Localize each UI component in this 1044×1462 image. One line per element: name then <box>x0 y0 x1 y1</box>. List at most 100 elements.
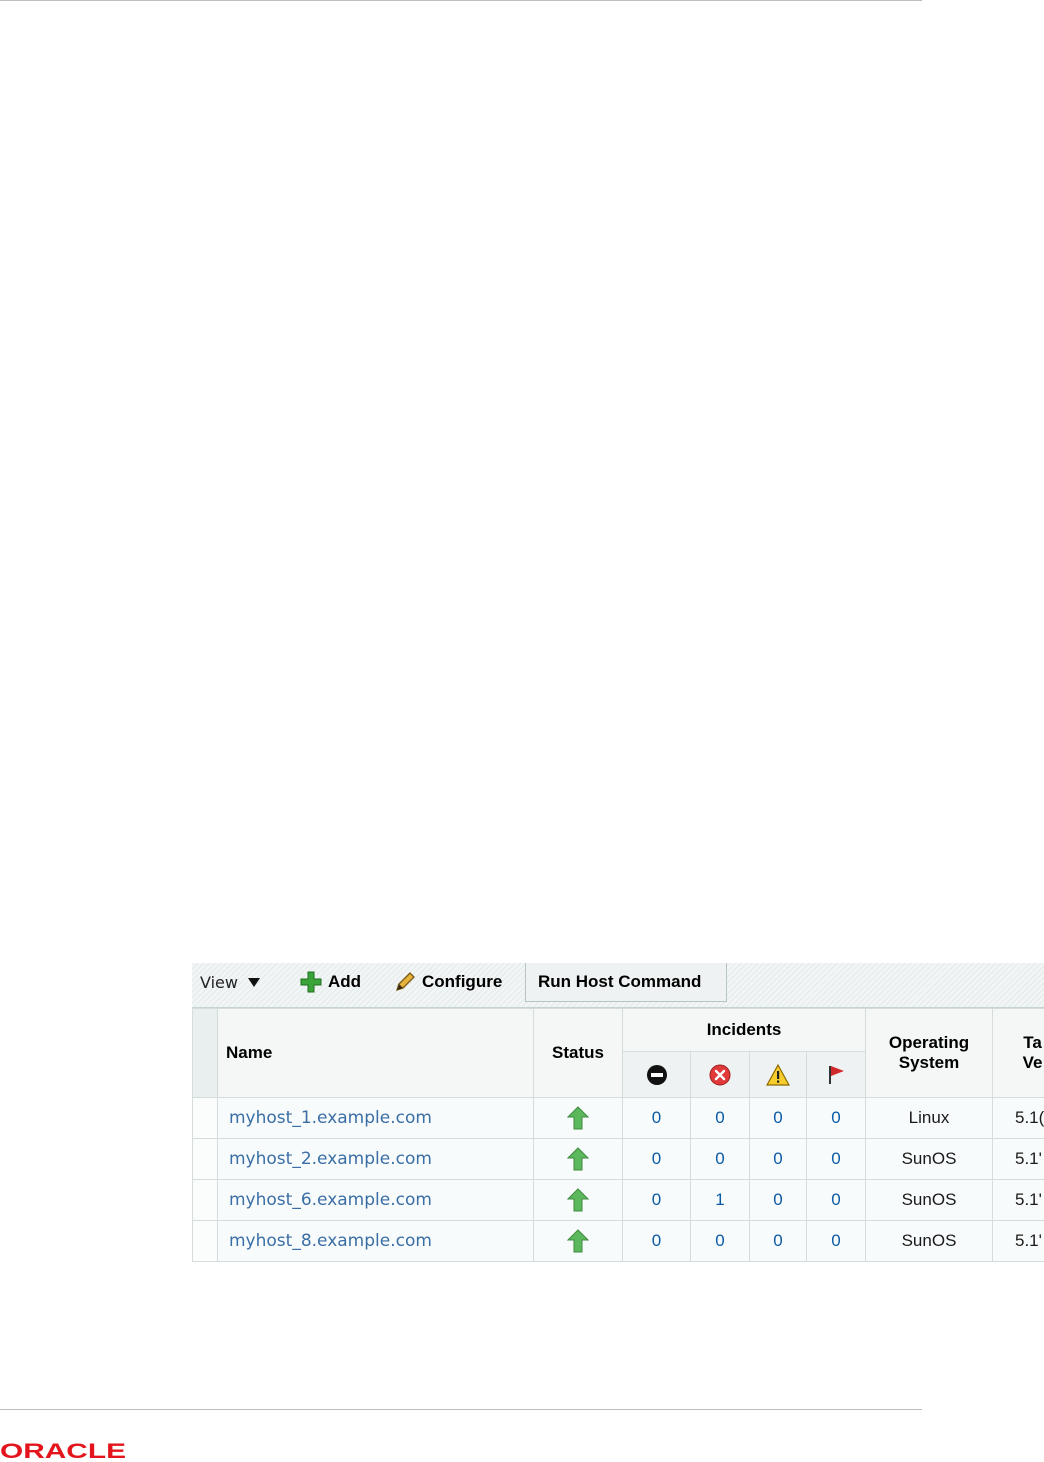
fatal-count[interactable]: 0 <box>652 1149 661 1168</box>
pencil-icon <box>394 971 416 993</box>
fatal-count-cell: 0 <box>623 1098 691 1139</box>
critical-count-cell: 0 <box>691 1139 750 1180</box>
row-selector[interactable] <box>193 1221 218 1262</box>
oracle-logo: ORACLE <box>0 1438 140 1462</box>
warning-count-cell: 0 <box>750 1180 807 1221</box>
warning-count-cell: 0 <box>750 1221 807 1262</box>
view-menu[interactable]: View <box>200 963 260 1001</box>
page-top-rule <box>0 0 922 1</box>
target-version-column-header[interactable]: Ta Ve <box>993 1009 1044 1098</box>
row-selector[interactable] <box>193 1098 218 1139</box>
host-link[interactable]: myhost_2.example.com <box>229 1149 432 1169</box>
hosts-table: Name Status Incidents Operating System T… <box>192 1008 1044 1262</box>
host-name-cell: myhost_2.example.com <box>218 1139 534 1180</box>
host-link[interactable]: myhost_1.example.com <box>229 1108 432 1128</box>
critical-count[interactable]: 0 <box>715 1231 724 1250</box>
run-host-command-label: Run Host Command <box>538 972 701 992</box>
hosts-region: View Add Configure Run Host Command <box>192 963 1044 1265</box>
warning-count[interactable]: 0 <box>773 1190 782 1209</box>
incidents-column-header: Incidents <box>623 1009 866 1052</box>
status-up-arrow-icon <box>567 1229 589 1253</box>
ver-header-line2: Ve <box>1023 1053 1043 1072</box>
add-button-label: Add <box>328 972 361 992</box>
incidents-header-label: Incidents <box>707 1020 782 1039</box>
warning-count-cell: 0 <box>750 1139 807 1180</box>
fatal-count[interactable]: 0 <box>652 1190 661 1209</box>
table-row[interactable]: myhost_1.example.com 0 0 0 0 Linux 5.1( <box>193 1098 1044 1139</box>
host-name-cell: myhost_8.example.com <box>218 1221 534 1262</box>
fatal-count[interactable]: 0 <box>652 1108 661 1127</box>
view-menu-label: View <box>200 973 238 992</box>
critical-count-cell: 0 <box>691 1221 750 1262</box>
target-version-cell: 5.1( <box>993 1098 1044 1139</box>
os-header-line1: Operating <box>889 1033 969 1052</box>
os-cell: SunOS <box>866 1139 993 1180</box>
configure-button-label: Configure <box>422 972 502 992</box>
host-link[interactable]: myhost_6.example.com <box>229 1190 432 1210</box>
status-header-label: Status <box>552 1043 604 1062</box>
escalated-count[interactable]: 0 <box>831 1108 840 1127</box>
add-icon <box>300 971 322 993</box>
hosts-table-body: myhost_1.example.com 0 0 0 0 Linux 5.1( … <box>193 1098 1044 1262</box>
row-selector-header <box>193 1009 218 1098</box>
escalated-count-cell: 0 <box>807 1098 866 1139</box>
critical-count[interactable]: 0 <box>715 1149 724 1168</box>
target-version-cell: 5.1' <box>993 1139 1044 1180</box>
escalated-count[interactable]: 0 <box>831 1231 840 1250</box>
svg-text:ORACLE: ORACLE <box>0 1440 126 1462</box>
host-name-cell: myhost_6.example.com <box>218 1180 534 1221</box>
os-cell: SunOS <box>866 1221 993 1262</box>
name-header-label: Name <box>226 1043 272 1062</box>
critical-count-cell: 1 <box>691 1180 750 1221</box>
warning-icon <box>766 1064 790 1086</box>
escalated-incidents-header[interactable] <box>807 1052 866 1098</box>
fatal-count-cell: 0 <box>623 1180 691 1221</box>
status-column-header[interactable]: Status <box>534 1009 623 1098</box>
escalated-count-cell: 0 <box>807 1180 866 1221</box>
add-button[interactable]: Add <box>300 963 361 1001</box>
chevron-down-icon <box>248 978 260 987</box>
escalated-count-cell: 0 <box>807 1221 866 1262</box>
fatal-icon <box>646 1064 668 1086</box>
table-row[interactable]: myhost_2.example.com 0 0 0 0 SunOS 5.1' <box>193 1139 1044 1180</box>
escalated-count[interactable]: 0 <box>831 1190 840 1209</box>
critical-count[interactable]: 1 <box>715 1190 724 1209</box>
warning-count[interactable]: 0 <box>773 1108 782 1127</box>
page-bottom-rule <box>0 1409 922 1410</box>
os-cell: SunOS <box>866 1180 993 1221</box>
fatal-count[interactable]: 0 <box>652 1231 661 1250</box>
critical-count-cell: 0 <box>691 1098 750 1139</box>
fatal-count-cell: 0 <box>623 1221 691 1262</box>
os-cell: Linux <box>866 1098 993 1139</box>
escalated-flag-icon <box>826 1064 846 1086</box>
host-link[interactable]: myhost_8.example.com <box>229 1231 432 1251</box>
ver-header-line1: Ta <box>1023 1033 1042 1052</box>
escalated-count[interactable]: 0 <box>831 1149 840 1168</box>
fatal-count-cell: 0 <box>623 1139 691 1180</box>
critical-incidents-header[interactable] <box>691 1052 750 1098</box>
status-cell <box>534 1139 623 1180</box>
table-row[interactable]: myhost_8.example.com 0 0 0 0 SunOS 5.1' <box>193 1221 1044 1262</box>
warning-count[interactable]: 0 <box>773 1231 782 1250</box>
warning-count-cell: 0 <box>750 1098 807 1139</box>
status-up-arrow-icon <box>567 1147 589 1171</box>
critical-count[interactable]: 0 <box>715 1108 724 1127</box>
table-row[interactable]: myhost_6.example.com 0 1 0 0 SunOS 5.1' <box>193 1180 1044 1221</box>
warning-count[interactable]: 0 <box>773 1149 782 1168</box>
name-column-header[interactable]: Name <box>218 1009 534 1098</box>
target-version-cell: 5.1' <box>993 1221 1044 1262</box>
fatal-incidents-header[interactable] <box>623 1052 691 1098</box>
row-selector[interactable] <box>193 1139 218 1180</box>
host-name-cell: myhost_1.example.com <box>218 1098 534 1139</box>
critical-icon <box>709 1064 731 1086</box>
os-header-line2: System <box>899 1053 959 1072</box>
status-cell <box>534 1221 623 1262</box>
row-selector[interactable] <box>193 1180 218 1221</box>
run-host-command-button[interactable]: Run Host Command <box>525 963 727 1002</box>
status-cell <box>534 1098 623 1139</box>
configure-button[interactable]: Configure <box>394 963 502 1001</box>
warning-incidents-header[interactable] <box>750 1052 807 1098</box>
status-up-arrow-icon <box>567 1106 589 1130</box>
os-column-header[interactable]: Operating System <box>866 1009 993 1098</box>
status-up-arrow-icon <box>567 1188 589 1212</box>
